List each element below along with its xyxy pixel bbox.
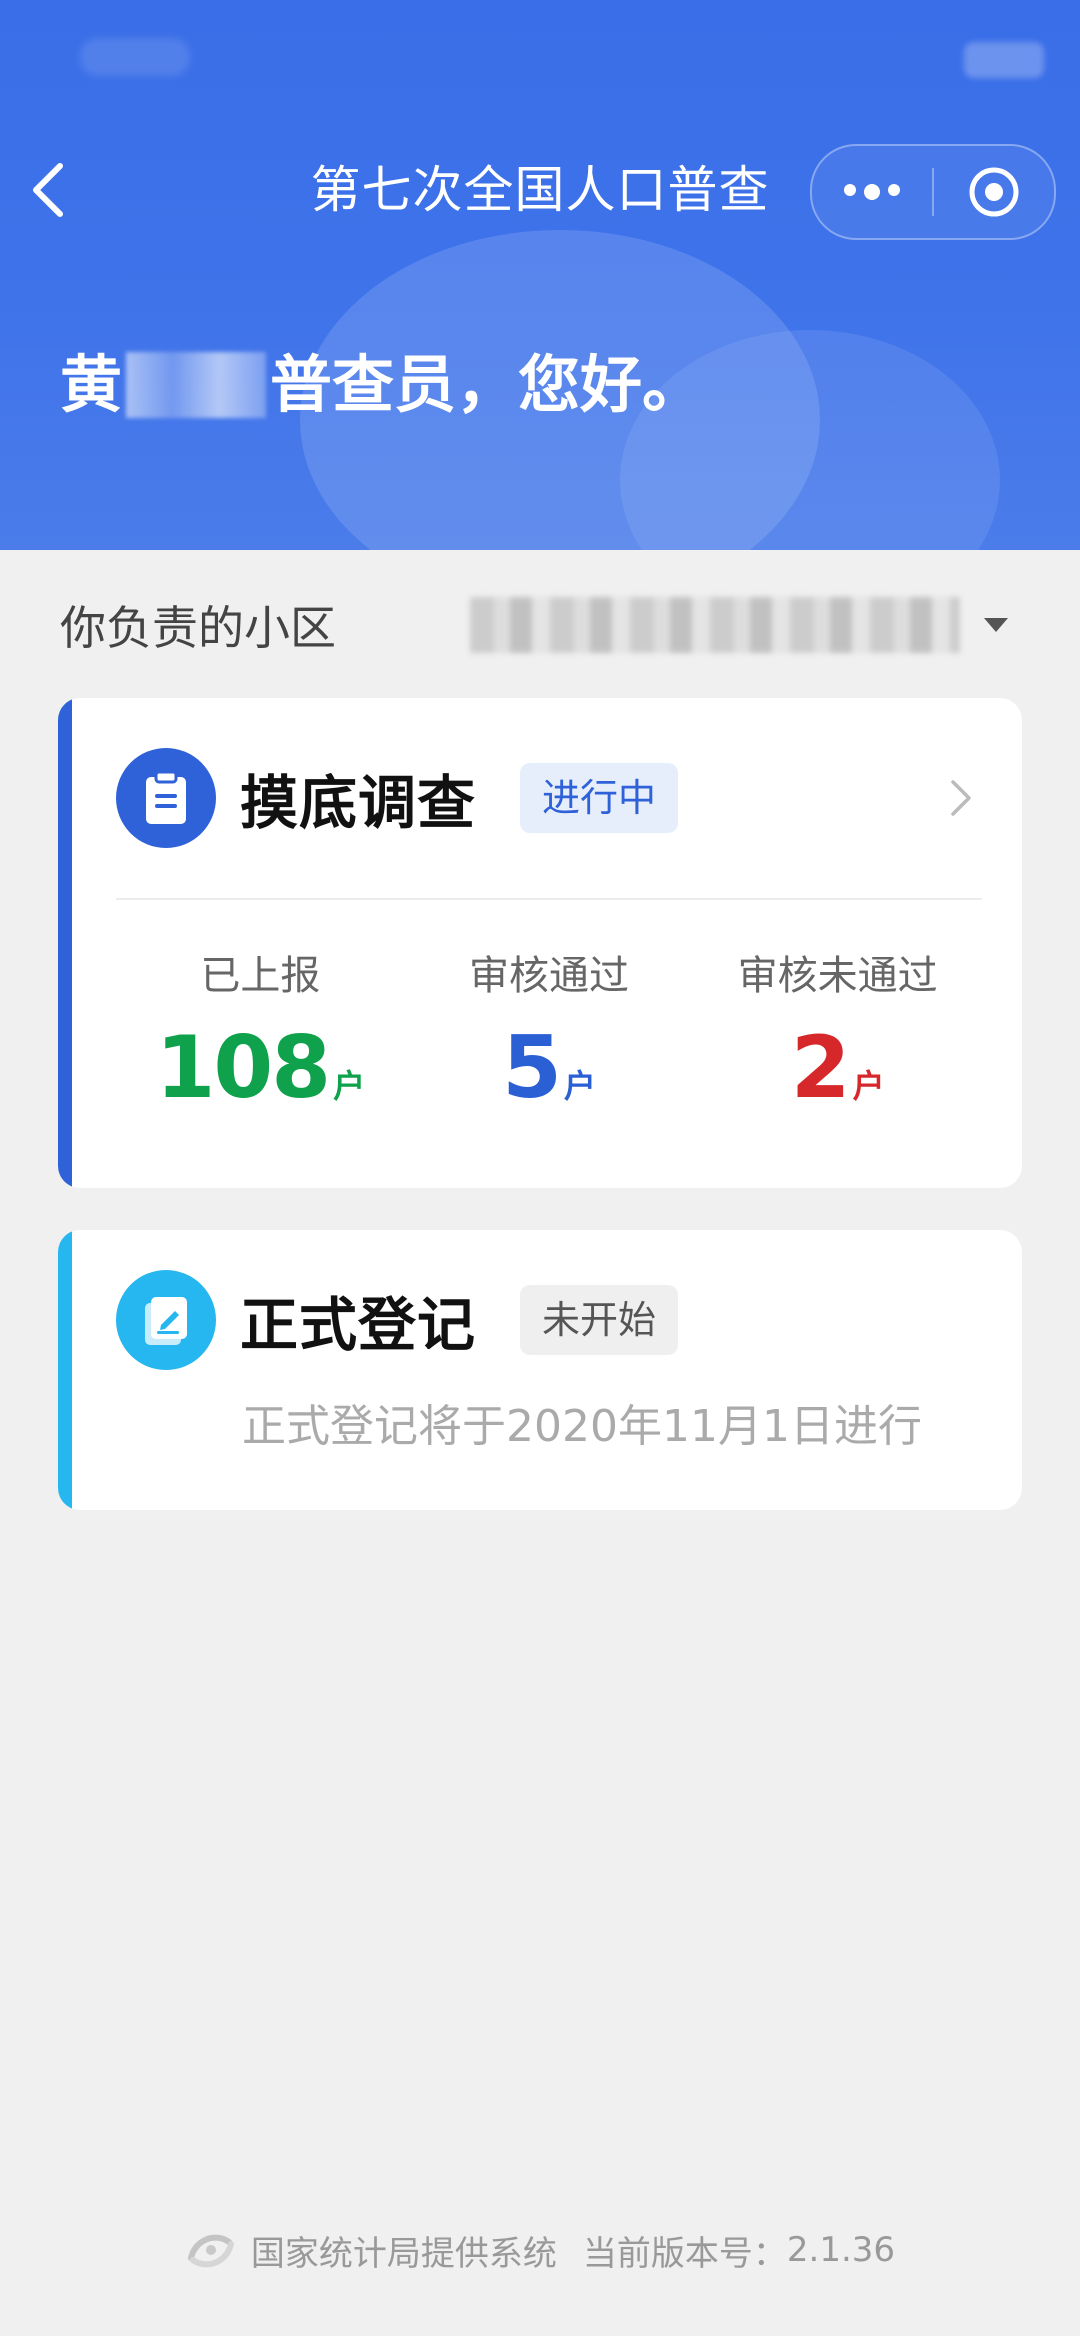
stat-approved: 审核通过 5户: [405, 948, 694, 1142]
header-banner: 第七次全国人口普查 黄 普查员，您好。: [0, 0, 1080, 550]
community-dropdown[interactable]: [470, 590, 1020, 660]
stat-reported: 已上报 108 户: [116, 948, 405, 1142]
status-bar-battery: [964, 42, 1044, 78]
survey-card[interactable]: 摸底调查 进行中 已上报 108 户 审核通过 5户 审核未通过 2户: [58, 698, 1022, 1188]
redacted-name: [126, 352, 267, 418]
registration-subtitle: 正式登记将于2020年11月1日进行: [242, 1401, 922, 1452]
more-button[interactable]: [812, 146, 932, 238]
footer: 国家统计局提供系统 当前版本号： 2.1.36: [0, 2220, 1080, 2280]
registration-card-title: 正式登记: [240, 1291, 477, 1359]
greeting-surname: 黄: [60, 348, 123, 421]
greeting: 黄 普查员，您好。: [60, 340, 704, 430]
registration-card[interactable]: 正式登记 未开始 正式登记将于2020年11月1日进行: [58, 1230, 1022, 1510]
footer-version-label: 当前版本号：: [582, 2233, 787, 2274]
survey-stats: 已上报 108 户 审核通过 5户 审核未通过 2户: [116, 948, 982, 1142]
redacted-community-name: [470, 597, 960, 653]
stat-number: 108: [155, 1018, 332, 1118]
survey-card-title: 摸底调查: [240, 769, 477, 837]
mini-program-capsule: [810, 144, 1056, 240]
stat-unit: 户: [333, 1067, 366, 1105]
stat-rejected: 审核未通过 2户: [693, 948, 982, 1142]
status-badge: 进行中: [520, 763, 679, 833]
stat-label: 已上报: [200, 953, 321, 999]
card-accent-stripe: [58, 698, 72, 1188]
stat-value: 108 户: [116, 1018, 405, 1142]
stat-unit: 户: [563, 1067, 596, 1105]
card-accent-stripe: [58, 1230, 72, 1510]
stat-value: 5户: [405, 1018, 694, 1142]
stat-unit: 户: [852, 1067, 885, 1105]
greeting-suffix: 普查员，您好。: [270, 348, 705, 421]
community-selector-row: 你负责的小区: [60, 590, 1020, 660]
chevron-right-icon: [951, 780, 971, 816]
dropdown-caret-icon: [984, 618, 1008, 632]
registration-card-header[interactable]: 正式登记 未开始: [116, 1268, 982, 1372]
nbs-logo-icon: [187, 2234, 234, 2268]
status-badge: 未开始: [520, 1285, 679, 1355]
close-button[interactable]: [934, 146, 1054, 238]
survey-card-header[interactable]: 摸底调查 进行中: [116, 746, 982, 850]
stat-label: 审核未通过: [737, 953, 938, 999]
edit-document-icon: [116, 1270, 216, 1370]
target-icon: [969, 167, 1019, 217]
footer-provider: 国家统计局提供系统: [250, 2233, 557, 2274]
footer-version: 2.1.36: [786, 2230, 896, 2270]
status-bar-time: [80, 38, 190, 76]
more-icon: [844, 184, 900, 200]
stat-label: 审核通过: [469, 953, 629, 999]
community-label: 你负责的小区: [60, 601, 336, 655]
card-divider: [116, 898, 982, 900]
stat-value: 2户: [693, 1018, 982, 1142]
stat-number: 5: [502, 1018, 562, 1118]
stat-number: 2: [790, 1018, 851, 1118]
clipboard-icon: [116, 748, 216, 848]
